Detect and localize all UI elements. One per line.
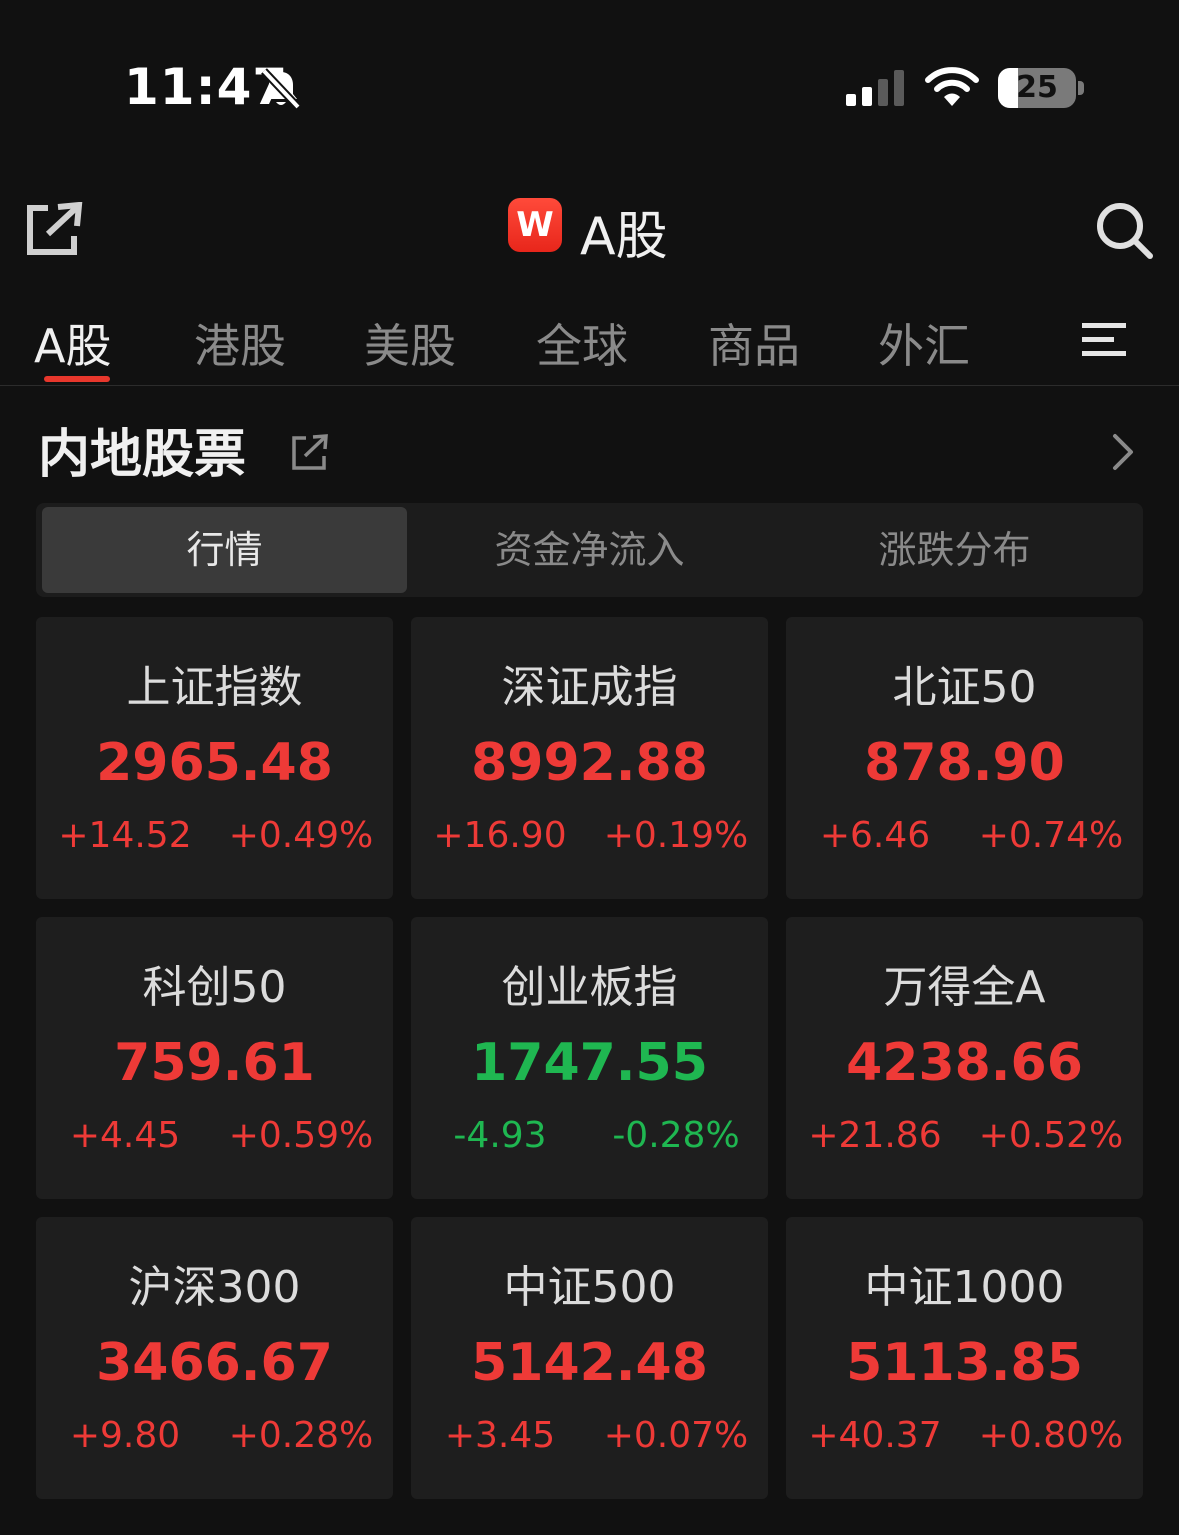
index-value: 759.61 [114,1033,315,1093]
cellular-signal-icon [846,70,904,106]
tab-hk-stocks[interactable]: 港股 [194,310,286,376]
index-change-pct: +0.49% [228,815,374,856]
index-change-pct: +0.19% [603,815,749,856]
index-change: +21.86 [808,1115,942,1156]
segment-quotes[interactable]: 行情 [42,507,407,593]
index-card[interactable]: 中证500 5142.48 +3.45 +0.07% [411,1217,768,1499]
index-change-pct: +0.80% [978,1415,1124,1456]
page-title: A股 [580,207,668,267]
index-value: 3466.67 [96,1333,333,1393]
search-icon[interactable] [1094,200,1154,260]
index-card[interactable]: 科创50 759.61 +4.45 +0.59% [36,917,393,1199]
tab-commodities[interactable]: 商品 [708,310,800,376]
header: W A股 [0,180,1179,280]
menu-icon[interactable] [1080,320,1128,360]
index-value: 5142.48 [471,1333,708,1393]
view-segmented-control: 行情 资金净流入 涨跌分布 [36,503,1143,597]
tab-forex[interactable]: 外汇 [878,310,970,376]
app-logo: W [508,198,562,252]
index-change: -4.93 [453,1115,547,1156]
index-change-pct: +0.59% [228,1115,374,1156]
index-name: 科创50 [142,962,287,1013]
tab-us-stocks[interactable]: 美股 [364,310,456,376]
index-change: +6.46 [819,815,931,856]
section-title: 内地股票 [38,425,247,485]
battery-indicator: 25 [998,68,1084,108]
index-name: 万得全A [883,962,1046,1013]
segment-net-inflow[interactable]: 资金净流入 [407,507,772,593]
chevron-right-icon[interactable] [1108,430,1138,474]
index-name: 中证500 [503,1262,676,1313]
index-change-pct: +0.52% [978,1115,1124,1156]
share-icon[interactable] [24,202,84,258]
index-change: +16.90 [433,815,567,856]
index-value: 4238.66 [846,1033,1083,1093]
index-change: +40.37 [808,1415,942,1456]
index-value: 5113.85 [846,1333,1083,1393]
status-bar: 11:47 25 [0,0,1179,175]
battery-body: 25 [998,68,1076,108]
wifi-icon [925,67,979,106]
index-name: 沪深300 [128,1262,301,1313]
tab-a-shares[interactable]: A股 [34,310,111,376]
index-change-pct: +0.74% [978,815,1124,856]
index-card[interactable]: 沪深300 3466.67 +9.80 +0.28% [36,1217,393,1499]
index-card[interactable]: 中证1000 5113.85 +40.37 +0.80% [786,1217,1143,1499]
index-change: +3.45 [444,1415,556,1456]
battery-cap [1078,81,1084,95]
index-change-pct: +0.28% [228,1415,374,1456]
index-name: 创业板指 [501,962,678,1013]
screen: 11:47 25 W A股 A股 港股 美股 全球 商品 外汇 内地股票 行情 … [0,0,1179,1535]
index-name: 上证指数 [126,662,303,713]
index-card[interactable]: 深证成指 8992.88 +16.90 +0.19% [411,617,768,899]
market-tabs: A股 港股 美股 全球 商品 外汇 [0,300,1179,386]
index-change: +9.80 [69,1415,181,1456]
index-change: +14.52 [58,815,192,856]
index-card[interactable]: 万得全A 4238.66 +21.86 +0.52% [786,917,1143,1199]
tab-global[interactable]: 全球 [536,310,628,376]
index-change-pct: +0.07% [603,1415,749,1456]
index-value: 2965.48 [96,733,333,793]
index-change: +4.45 [69,1115,181,1156]
index-value: 1747.55 [471,1033,708,1093]
index-name: 中证1000 [864,1262,1065,1313]
index-card[interactable]: 上证指数 2965.48 +14.52 +0.49% [36,617,393,899]
index-name: 北证50 [892,662,1037,713]
index-name: 深证成指 [501,662,678,713]
index-value: 8992.88 [471,733,708,793]
segment-distribution[interactable]: 涨跌分布 [772,507,1137,593]
bell-muted-icon [261,68,301,110]
battery-percent: 25 [1016,70,1058,105]
index-card[interactable]: 北证50 878.90 +6.46 +0.74% [786,617,1143,899]
index-change-pct: -0.28% [612,1115,740,1156]
share-small-icon[interactable] [290,432,330,472]
index-value: 878.90 [864,733,1065,793]
index-card-grid: 上证指数 2965.48 +14.52 +0.49% 深证成指 8992.88 … [36,617,1143,1499]
index-card[interactable]: 创业板指 1747.55 -4.93 -0.28% [411,917,768,1199]
active-tab-indicator [44,376,110,382]
